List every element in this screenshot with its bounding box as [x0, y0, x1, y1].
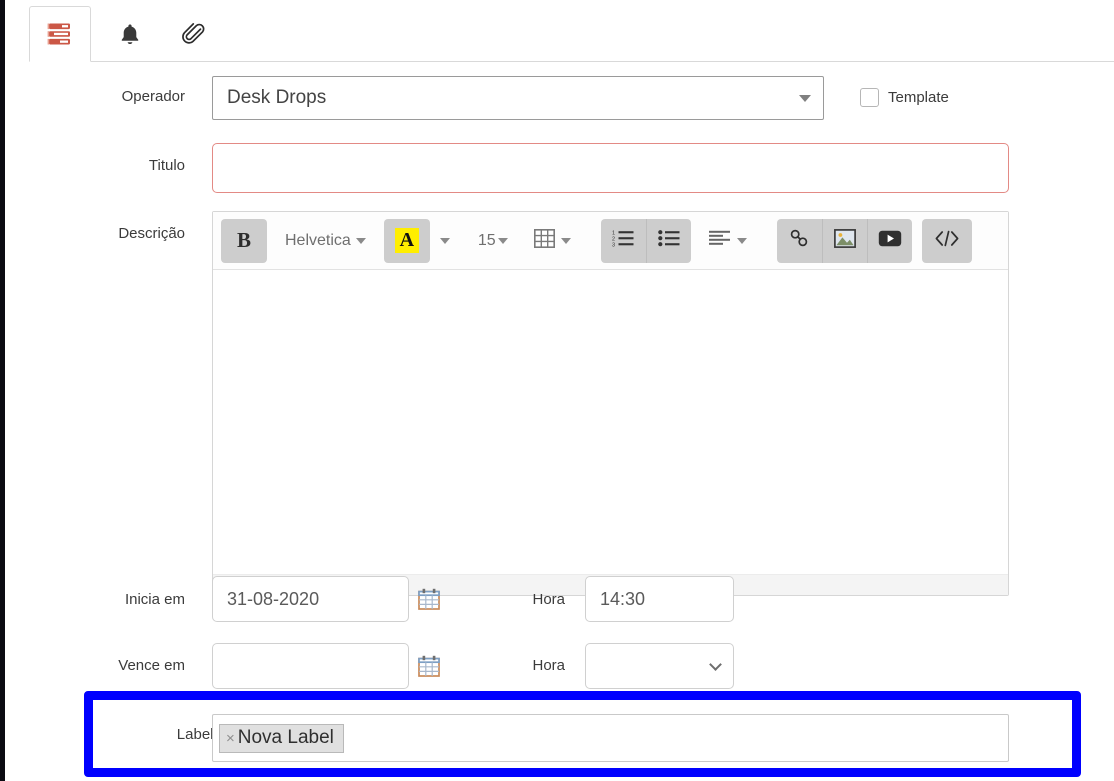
- server-stack-icon: [47, 22, 73, 46]
- vence-em-calendar-icon[interactable]: [418, 655, 440, 677]
- inicia-em-hora-value: 14:30: [600, 588, 646, 609]
- chip-remove-icon[interactable]: ×: [226, 730, 235, 747]
- titulo-input[interactable]: [212, 143, 1009, 193]
- editor-toolbar: B Helvetica A 15 1 2 3: [213, 212, 1008, 270]
- code-brackets-icon: [934, 230, 960, 252]
- link-chain-icon: [788, 227, 810, 254]
- operador-select[interactable]: Desk Drops: [212, 76, 824, 120]
- description-editor: B Helvetica A 15 1 2 3: [212, 211, 1009, 596]
- inicia-em-hora-label: Hora: [532, 591, 565, 608]
- ordered-list-button[interactable]: 1 2 3: [600, 218, 646, 263]
- tab-bar: [5, 0, 1114, 62]
- unordered-list-icon: [657, 229, 680, 252]
- align-dropdown[interactable]: [701, 219, 755, 263]
- text-color-button[interactable]: A: [383, 218, 430, 263]
- caret-down-icon: [439, 237, 450, 244]
- tab-attachments[interactable]: [163, 6, 225, 62]
- vence-em-label: Vence em: [118, 657, 185, 674]
- font-size-value: 15: [477, 231, 496, 249]
- bell-icon: [119, 22, 141, 46]
- text-color-glyph: A: [394, 228, 420, 253]
- chevron-down-icon: [709, 658, 722, 671]
- font-size-dropdown[interactable]: 15: [470, 219, 516, 263]
- labels-field[interactable]: × Nova Label: [212, 714, 1009, 762]
- caret-down-icon: [560, 237, 571, 244]
- paperclip-icon: [181, 21, 207, 47]
- table-dropdown[interactable]: [526, 219, 579, 263]
- unordered-list-button[interactable]: [645, 218, 691, 263]
- app-root: Operador Desk Drops Template Titulo Desc…: [0, 0, 1114, 781]
- chip-text: Nova Label: [237, 726, 334, 748]
- insert-image-button[interactable]: [821, 218, 867, 263]
- left-edge-strip: [0, 0, 5, 781]
- vence-em-hora-select[interactable]: [585, 643, 734, 689]
- image-picture-icon: [833, 228, 856, 253]
- code-view-button[interactable]: [921, 218, 972, 263]
- chevron-down-icon: [799, 95, 811, 102]
- font-family-value: Helvetica: [285, 231, 351, 249]
- vence-em-date-input[interactable]: [212, 643, 409, 689]
- bold-group: B: [221, 218, 267, 263]
- inicia-em-label: Inicia em: [124, 591, 185, 608]
- svg-text:1: 1: [612, 231, 615, 237]
- label-chip[interactable]: × Nova Label: [219, 723, 344, 753]
- caret-down-icon: [355, 237, 366, 244]
- inicia-em-hora-input[interactable]: 14:30: [585, 576, 734, 622]
- descricao-label: Descrição: [118, 225, 185, 242]
- video-play-icon: [878, 230, 902, 252]
- text-color-dropdown[interactable]: [430, 219, 460, 263]
- insert-group: [776, 218, 912, 263]
- insert-video-button[interactable]: [866, 218, 912, 263]
- bold-label: B: [236, 228, 251, 252]
- list-group: 1 2 3: [600, 218, 691, 263]
- insert-link-button[interactable]: [776, 218, 822, 263]
- caret-down-icon: [736, 237, 747, 244]
- svg-text:3: 3: [612, 243, 615, 248]
- inicia-em-calendar-icon[interactable]: [418, 588, 440, 610]
- titulo-label: Titulo: [148, 157, 185, 174]
- tab-notifications[interactable]: [99, 6, 161, 62]
- description-editor-body[interactable]: [213, 270, 1008, 574]
- template-label: Template: [888, 89, 949, 106]
- labels-highlight-annotation: Labels × Nova Label: [84, 691, 1081, 777]
- align-left-icon: [708, 230, 731, 251]
- operador-label: Operador: [121, 88, 185, 105]
- ordered-list-icon: 1 2 3: [612, 229, 634, 252]
- vence-em-hora-label: Hora: [532, 657, 565, 674]
- table-grid-icon: [533, 228, 555, 253]
- labels-label: Labels: [176, 726, 221, 743]
- template-checkbox-group[interactable]: Template: [860, 88, 949, 107]
- caret-down-icon: [497, 237, 508, 244]
- font-family-dropdown[interactable]: Helvetica: [277, 219, 374, 263]
- bold-button[interactable]: B: [221, 218, 267, 263]
- inicia-em-date-input[interactable]: 31-08-2020: [212, 576, 409, 622]
- template-checkbox[interactable]: [860, 88, 879, 107]
- tab-bar-baseline: [88, 61, 1114, 62]
- tab-details[interactable]: [29, 6, 91, 62]
- operador-select-value: Desk Drops: [227, 87, 327, 108]
- inicia-em-date-value: 31-08-2020: [227, 588, 320, 609]
